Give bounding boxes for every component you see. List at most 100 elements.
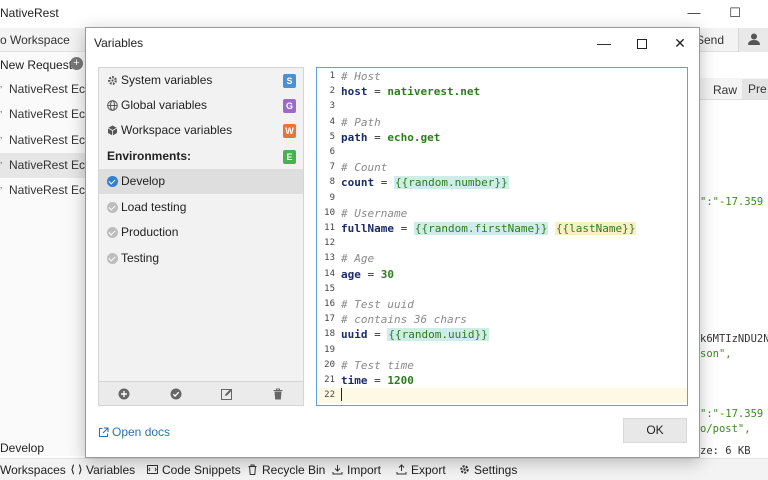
bottom-workspaces-button[interactable]: Workspaces — [0, 463, 66, 477]
scope-system-variables[interactable]: System variables S — [99, 68, 303, 93]
line-number: 20 — [324, 359, 335, 370]
editor-line[interactable]: 11 fullName = {{random.firstName}} {{last… — [317, 221, 687, 236]
app-title: NativeRest — [0, 6, 59, 20]
environment-label: Load testing — [121, 200, 187, 214]
new-request-label[interactable]: New Request — [0, 58, 72, 72]
editor-line[interactable]: 13 # Age — [317, 251, 687, 266]
check-circle-icon — [107, 176, 118, 187]
editor-line[interactable]: 9 — [317, 191, 687, 206]
line-code: time = 1200 — [341, 373, 414, 388]
environment-develop[interactable]: Develop — [99, 169, 303, 194]
export-icon — [396, 464, 407, 475]
active-environment-label[interactable]: Develop — [0, 441, 44, 455]
editor-line[interactable]: 8 count = {{random.number}} — [317, 175, 687, 190]
app-titlebar: NativeRest — ☐ — [0, 0, 768, 28]
editor-line[interactable]: 18 uuid = {{random.uuid}} — [317, 327, 687, 342]
line-number: 15 — [324, 283, 335, 294]
line-number: 1 — [329, 71, 335, 81]
minimize-icon[interactable]: — — [684, 4, 704, 22]
bottom-settings-button[interactable]: Settings — [459, 463, 517, 477]
editor-line[interactable]: 3 — [317, 99, 687, 114]
send-button[interactable]: Send — [696, 33, 724, 47]
value-token: echo.get — [387, 130, 441, 144]
environment-load-testing[interactable]: Load testing — [99, 195, 303, 220]
editor-line[interactable]: 14 age = 30 — [317, 267, 687, 282]
dialog-minimize-icon[interactable]: — — [591, 32, 617, 54]
gear-icon — [460, 465, 469, 474]
variables-scope-list: System variables S Global variables G Wo… — [98, 67, 304, 406]
key-token: time — [341, 374, 368, 387]
open-docs-link[interactable]: Open docs — [98, 425, 170, 439]
request-list-item[interactable]: ’ NativeRest Echo — [0, 178, 86, 203]
environment-toolbar — [99, 381, 303, 405]
editor-line[interactable]: 2 host = nativerest.net — [317, 84, 687, 99]
line-number: 22 — [324, 390, 335, 401]
trash-icon — [248, 464, 257, 475]
ok-button[interactable]: OK — [623, 418, 687, 443]
tab-preview[interactable]: Pre — [742, 79, 768, 99]
line-code: # Count — [341, 160, 387, 175]
line-number: 12 — [324, 238, 335, 249]
gear-icon — [108, 76, 117, 85]
bottom-recycle-bin-button[interactable]: Recycle Bin — [247, 463, 325, 477]
request-label: NativeRest Echo — [9, 107, 86, 122]
line-code: uuid = {{random.uuid}} — [341, 327, 489, 342]
editor-line[interactable]: 12 — [317, 236, 687, 251]
request-list-item[interactable]: ’ NativeRest Echo — [0, 77, 86, 102]
add-request-icon[interactable]: + — [70, 57, 83, 70]
request-status-icon: ’ — [0, 160, 3, 172]
editor-line[interactable]: 17 # contains 36 chars — [317, 312, 687, 327]
user-button[interactable] — [738, 28, 768, 52]
response-panel — [700, 52, 768, 456]
line-number: 5 — [329, 131, 335, 142]
dialog-title: Variables — [94, 36, 144, 50]
editor-line[interactable]: 20 # Test time — [317, 358, 687, 373]
dialog-close-icon[interactable]: ✕ — [667, 32, 693, 54]
bottom-code-snippets-button[interactable]: Code Snippets — [147, 463, 241, 477]
line-number: 10 — [324, 207, 335, 218]
line-number: 7 — [329, 162, 335, 173]
environments-header: Environments: E — [99, 144, 303, 169]
globe-icon — [107, 100, 118, 111]
workspace-selector[interactable]: o Workspace — [0, 33, 70, 47]
line-code: # Host — [341, 69, 381, 84]
editor-line[interactable]: 5 path = echo.get — [317, 130, 687, 145]
comment-token: # Age — [341, 252, 375, 266]
text-caret — [341, 388, 342, 402]
editor-line[interactable]: 19 — [317, 343, 687, 358]
request-list-item[interactable]: ’ NativeRest Echo — [0, 152, 86, 178]
maximize-icon[interactable]: ☐ — [725, 4, 745, 22]
dialog-maximize-icon[interactable] — [629, 32, 655, 54]
editor-line[interactable]: 4 # Path — [317, 115, 687, 130]
activate-environment-icon[interactable] — [170, 388, 182, 400]
bottom-export-button[interactable]: Export — [396, 463, 446, 477]
editor-line[interactable]: 16 # Test uuid — [317, 297, 687, 312]
environment-production[interactable]: Production — [99, 220, 303, 245]
scope-workspace-variables[interactable]: Workspace variables W — [99, 118, 303, 143]
edit-environment-icon[interactable] — [221, 388, 233, 400]
response-line: k6MTIzNDU2N — [700, 333, 768, 345]
request-list-item[interactable]: ’ NativeRest Echo — [0, 102, 86, 127]
editor-line[interactable]: 6 — [317, 145, 687, 160]
tab-raw[interactable]: Raw — [713, 83, 737, 97]
editor-line[interactable]: 15 — [317, 282, 687, 297]
delete-environment-icon[interactable] — [272, 388, 284, 400]
scope-global-variables[interactable]: Global variables G — [99, 93, 303, 118]
environments-header-label: Environments: — [107, 149, 192, 163]
editor-line[interactable]: 1 # Host — [317, 69, 687, 84]
bottom-import-button[interactable]: Import — [332, 463, 381, 477]
variables-editor[interactable]: 1 # Host 2 host = nativerest.net 3 4 # Path 5 pa… — [316, 67, 688, 406]
environment-testing[interactable]: Testing — [99, 246, 303, 271]
add-environment-icon[interactable] — [118, 388, 130, 400]
scope-badge-g: G — [283, 99, 296, 113]
key-token: path — [341, 130, 368, 144]
editor-line[interactable]: 7 # Count — [317, 160, 687, 175]
editor-line[interactable]: 22 — [317, 388, 687, 404]
line-code: fullName = {{random.firstName}} {{lastNa… — [341, 221, 637, 236]
key-token: count — [341, 176, 375, 190]
editor-line[interactable]: 21 time = 1200 — [317, 373, 687, 388]
bottom-variables-button[interactable]: Variables — [71, 463, 135, 477]
line-number: 2 — [329, 86, 335, 97]
request-list-item[interactable]: ’ NativeRest Echo — [0, 128, 86, 153]
editor-line[interactable]: 10 # Username — [317, 206, 687, 221]
